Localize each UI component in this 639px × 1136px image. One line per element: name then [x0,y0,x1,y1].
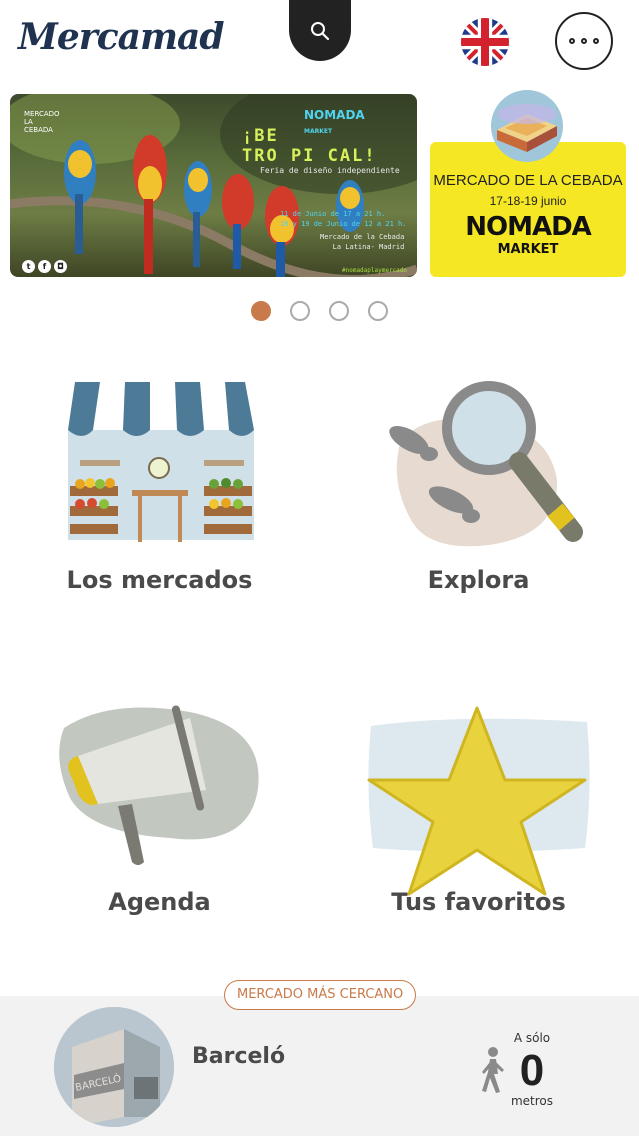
tile-label: Los mercados [66,566,253,594]
place-line2: La Latina- Madrid [332,243,405,251]
tile-label: Explora [427,566,530,594]
social-icons: t f ◘ [22,260,67,273]
slide-hashtag: #nomadaplaymercado [342,267,408,274]
pager-dot-1[interactable] [251,301,271,321]
title-line2: TRO PI CAL! [242,146,377,166]
carousel-pager [251,301,388,321]
tile-agenda[interactable]: Agenda [0,698,319,938]
market-photo[interactable]: BARCELÓ [54,1007,174,1127]
dates-line1: 11 de Junio de 17 a 21 h. [280,210,386,218]
slide-subtitle: Feria de diseño independiente [260,166,400,175]
market-stall-icon [68,382,254,542]
pager-dot-2[interactable] [290,301,310,321]
uk-flag-icon[interactable] [461,18,509,66]
slide-title: ¡BE TRO PI CAL! [242,126,377,166]
nearest-market-badge: MERCADO MÁS CERCANO [224,980,417,1010]
distance-value: 0 [519,1046,545,1095]
search-icon [311,21,330,40]
distance-prefix: A sólo [513,1031,551,1045]
promo-carousel[interactable]: MERCADO LA CEBADA NOMADA MARKET ¡BE TRO PI… [0,90,639,285]
instagram-icon: ◘ [54,260,67,273]
tile-explora[interactable]: Explora [319,370,638,610]
carousel-slide-tropical[interactable]: MERCADO LA CEBADA NOMADA MARKET ¡BE TRO PI… [10,94,417,277]
tile-los-mercados[interactable]: Los mercados [0,370,319,610]
pager-dot-4[interactable] [368,301,388,321]
logo-text: Mercamad [18,16,225,58]
tile-tus-favoritos[interactable]: Tus favoritos [319,698,638,938]
nomada-text: NOMADA [304,108,365,122]
megaphone-icon [59,705,259,865]
cake-image [491,90,563,162]
nearest-market-name: Barceló [192,1044,286,1069]
magnifier-footprints-icon [389,381,583,547]
slide2-nomada: NOMADA [465,212,592,242]
more-dot [593,38,599,44]
more-dot [569,38,575,44]
slide2-market: MARKET [497,242,559,257]
search-button[interactable] [289,0,351,61]
walking-person-icon [482,1047,504,1093]
slide-dates: 11 de Junio de 17 a 21 h. 18 y 19 de Juni… [280,209,406,229]
facebook-icon: f [38,260,51,273]
slide2-dates: 17-18-19 junio [489,194,567,208]
dates-line2: 18 y 19 de Junio de 12 a 21 h. [280,220,407,228]
place-line1: Mercado de la Cebada [320,233,405,241]
app-header: Mercamad [0,0,639,80]
app-logo[interactable]: Mercamad [18,8,225,68]
star-icon [367,706,590,896]
tile-label: Tus favoritos [391,888,566,916]
slide-brand: MERCADO LA CEBADA [24,110,60,134]
distance-unit: metros [510,1094,554,1108]
more-dot [581,38,587,44]
slide-place: Mercado de la Cebada La Latina- Madrid [320,232,404,252]
title-line1: ¡BE [242,126,279,146]
tile-label: Agenda [108,888,211,916]
more-button[interactable] [555,12,613,70]
pager-dot-3[interactable] [329,301,349,321]
carousel-slide-cebada[interactable]: MERCADO DE LA CEBADA 17-18-19 junio NOMA… [430,142,626,277]
slide2-title: MERCADO DE LA CEBADA [433,172,623,189]
twitter-icon: t [22,260,35,273]
